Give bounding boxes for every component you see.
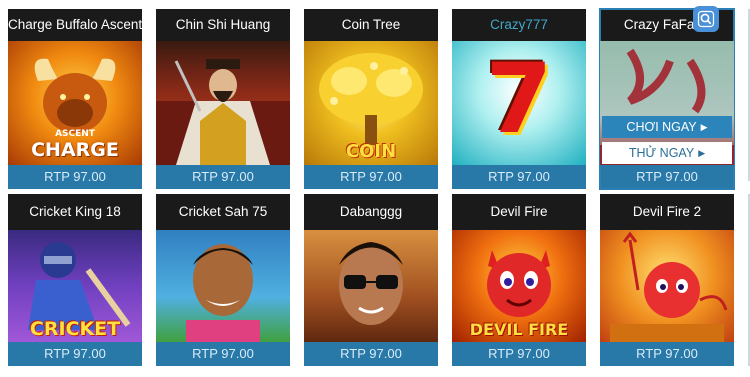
play-now-button[interactable]: CHƠI NGAY ▶ [602,116,732,138]
rtp-bar: RTP 97.00 [8,342,142,366]
game-card[interactable]: Coin Tree COIN RTP 97.00 [304,9,438,189]
play-arrow-icon: ▶ [700,122,708,132]
art-logo: COIN [345,141,397,162]
try-now-button[interactable]: THỬ NGAY ▶ [602,142,732,164]
game-card[interactable]: Cricket King 18 CRICKET RTP 97.00 [8,194,142,366]
rtp-bar: RTP 97.00 [304,342,438,366]
game-card[interactable]: Cricket Sah 75 RTP 97.00 [156,194,290,366]
rtp-bar: RTP 97.00 [452,342,586,366]
rtp-bar: RTP 97.00 [600,165,734,189]
rtp-bar: RTP 97.00 [156,342,290,366]
game-thumbnail: COIN [304,41,438,165]
game-thumbnail: CHƠI NGAY ▶ THỬ NGAY ▶ [600,41,734,165]
game-thumbnail [304,230,438,342]
rtp-bar: RTP 97.00 [600,342,734,366]
art-logo: 7 [485,43,553,155]
try-now-label: THỬ NGAY [628,146,695,160]
game-thumbnail [156,230,290,342]
game-title: Charge Buffalo Ascent [8,9,142,41]
game-card[interactable]: Crazy777 7 RTP 97.00 [452,9,586,189]
rtp-bar: RTP 97.00 [8,165,142,189]
game-thumbnail: 7 [452,41,586,165]
game-thumbnail [600,230,734,342]
rtp-bar: RTP 97.00 [452,165,586,189]
game-thumbnail [156,41,290,165]
game-card[interactable]: Devil Fire DEVIL FIRE RTP 97.00 [452,194,586,366]
game-card[interactable]: Dabanggg RTP 97.00 [304,194,438,366]
game-thumbnail: CRICKET [8,230,142,342]
game-title: Chin Shi Huang [156,9,290,41]
game-title: Crazy777 [452,9,586,41]
art-logo: CRICKET [29,318,121,340]
game-thumbnail: DEVIL FIRE [452,230,586,342]
game-card[interactable]: Charge Buffalo Ascent ASCENT CHARGE RTP … [8,9,142,189]
game-title: Devil Fire [452,194,586,230]
game-card[interactable]: Chin Shi Huang RTP 97.00 [156,9,290,189]
search-button[interactable] [693,6,719,32]
game-card[interactable]: Devil Fire 2 RTP 97.00 [600,194,734,366]
search-icon [697,10,715,28]
rtp-bar: RTP 97.00 [156,165,290,189]
play-arrow-icon: ▶ [698,148,706,158]
game-title: Dabanggg [304,194,438,230]
rtp-bar: RTP 97.00 [304,165,438,189]
art-subtitle: ASCENT [55,129,95,139]
play-now-label: CHƠI NGAY [626,120,697,134]
game-title: Devil Fire 2 [600,194,734,230]
art-logo: DEVIL FIRE [469,320,569,339]
art-logo: CHARGE [31,139,119,161]
game-card-hovered[interactable]: Crazy FaFaFa CHƠI NGAY ▶ THỬ NGAY ▶ RTP 97… [599,8,735,190]
game-title: Cricket King 18 [8,194,142,230]
game-title: Cricket Sah 75 [156,194,290,230]
game-thumbnail: ASCENT CHARGE [8,41,142,165]
game-title: Coin Tree [304,9,438,41]
